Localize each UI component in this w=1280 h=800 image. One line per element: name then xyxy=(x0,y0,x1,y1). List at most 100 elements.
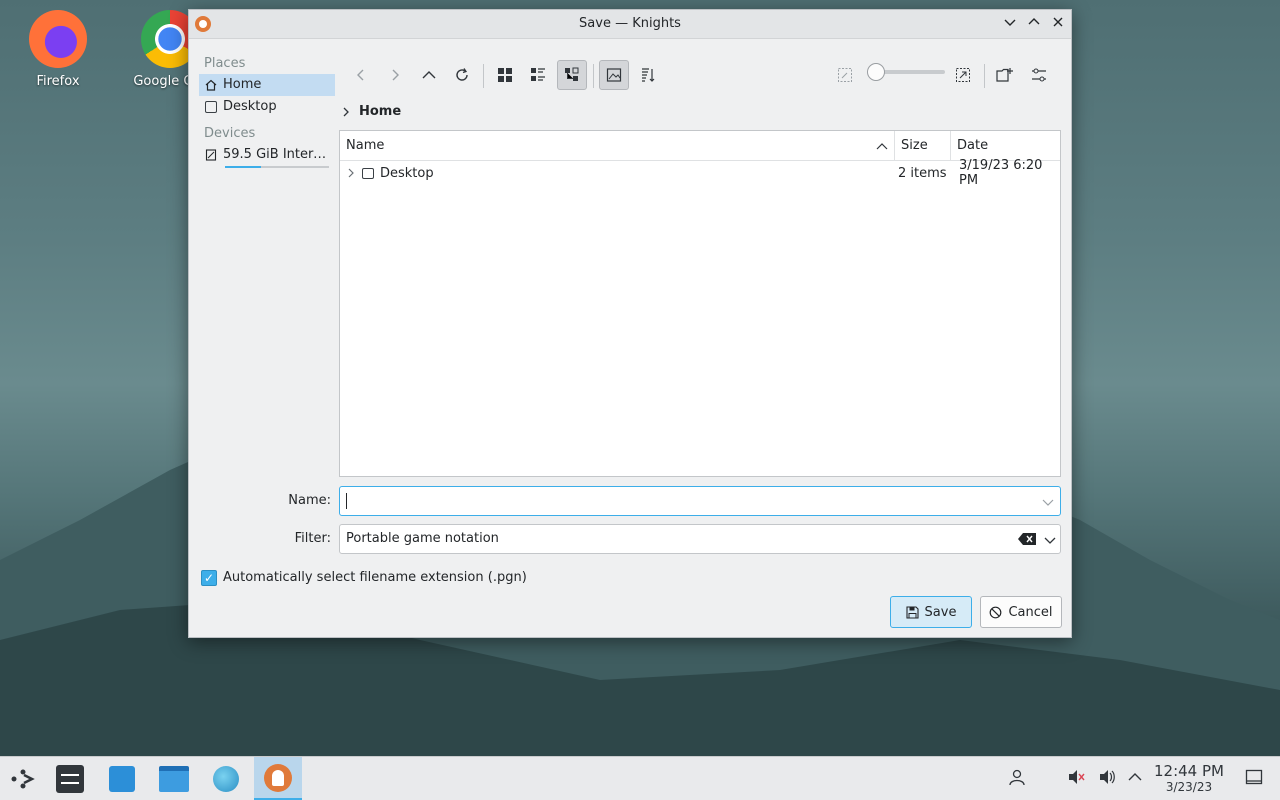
sort-button[interactable] xyxy=(633,60,663,90)
desktop-icon-label: Firefox xyxy=(36,74,80,89)
icons-view-button[interactable] xyxy=(490,60,520,90)
chevron-right-icon xyxy=(392,69,399,81)
column-header-name[interactable]: Name xyxy=(340,131,895,160)
file-list-header: Name Size Date xyxy=(340,131,1060,161)
toolbar-separator xyxy=(593,64,594,88)
toolbar-separator xyxy=(984,64,985,88)
chevron-up-icon xyxy=(422,71,436,79)
expand-chevron-icon[interactable] xyxy=(346,167,356,179)
titlebar[interactable]: Save — Knights xyxy=(189,10,1071,39)
forward-button[interactable] xyxy=(380,60,410,90)
zoom-out-icon xyxy=(838,68,852,82)
folder-desktop-icon xyxy=(362,167,374,179)
clock-time: 12:44 PM xyxy=(1154,762,1224,780)
cancel-button[interactable]: Cancel xyxy=(980,596,1062,628)
taskbar-dolphin[interactable] xyxy=(151,761,197,797)
globe-icon xyxy=(213,766,239,792)
filter-combo[interactable]: Portable game notation xyxy=(339,524,1061,554)
app-launcher-button[interactable] xyxy=(0,761,46,797)
grid-icon xyxy=(498,68,512,82)
taskbar-system-settings[interactable] xyxy=(47,761,93,797)
options-button[interactable] xyxy=(1024,60,1054,90)
launcher-icon xyxy=(11,769,35,789)
up-button[interactable] xyxy=(414,60,444,90)
name-label: Name: xyxy=(288,493,331,508)
zoom-slider-handle[interactable] xyxy=(867,63,885,81)
column-header-date[interactable]: Date xyxy=(951,131,1060,160)
zoom-out-button[interactable] xyxy=(830,60,860,90)
reload-icon xyxy=(456,68,468,81)
filter-value: Portable game notation xyxy=(346,531,499,546)
settings-sliders-icon xyxy=(1032,68,1046,82)
close-button[interactable] xyxy=(1049,15,1067,33)
breadcrumb-current[interactable]: Home xyxy=(359,104,401,119)
settings-icon xyxy=(56,765,84,793)
volume-icon[interactable] xyxy=(1098,768,1116,790)
taskbar-discover[interactable] xyxy=(99,761,145,797)
save-dialog: Save — Knights Places Home Desktop Devic… xyxy=(188,9,1072,638)
back-button[interactable] xyxy=(346,60,376,90)
tree-view-button[interactable] xyxy=(557,60,587,90)
save-button[interactable]: Save xyxy=(890,596,972,628)
show-desktop-icon[interactable] xyxy=(1245,768,1263,790)
auto-extension-checkbox[interactable]: ✓ xyxy=(201,570,217,586)
text-caret xyxy=(346,492,347,509)
sort-icon xyxy=(642,68,655,82)
file-date: 3/19/23 6:20 PM xyxy=(959,158,1043,188)
cancel-icon xyxy=(990,606,1002,618)
clear-icon[interactable] xyxy=(1018,533,1036,545)
column-header-size[interactable]: Size xyxy=(895,131,951,160)
tree-view-icon xyxy=(565,67,579,81)
file-size: 2 items xyxy=(898,165,947,181)
new-folder-button[interactable] xyxy=(990,60,1020,90)
window-title: Save — Knights xyxy=(579,16,681,31)
taskbar-knights[interactable] xyxy=(254,757,302,800)
chevron-left-icon xyxy=(357,69,364,81)
desktop-icon-firefox[interactable]: Firefox xyxy=(13,10,103,89)
places-panel: Places Home Desktop Devices 59.5 GiB Int… xyxy=(199,50,335,168)
table-row[interactable]: Desktop 2 items 3/19/23 6:20 PM xyxy=(340,158,1060,188)
sort-ascending-icon xyxy=(876,143,888,150)
chevron-down-icon[interactable] xyxy=(1042,497,1054,507)
zoom-in-button[interactable] xyxy=(948,60,978,90)
taskbar-browser[interactable] xyxy=(203,761,249,797)
firefox-icon xyxy=(29,10,87,68)
devices-heading: Devices xyxy=(204,126,256,141)
sidebar-item-label: Home xyxy=(223,77,262,92)
image-icon xyxy=(606,68,622,82)
list-icon xyxy=(531,68,545,81)
maximize-button[interactable] xyxy=(1025,15,1043,33)
breadcrumb[interactable]: Home xyxy=(341,104,401,119)
file-list[interactable]: Name Size Date Desktop 2 items 3/19/23 6… xyxy=(339,130,1061,477)
reload-button[interactable] xyxy=(447,60,477,90)
name-input[interactable] xyxy=(339,486,1061,516)
sidebar-item-label: Desktop xyxy=(223,99,277,114)
preview-button[interactable] xyxy=(599,60,629,90)
zoom-in-icon xyxy=(956,68,970,82)
toolbar-separator xyxy=(483,64,484,88)
zoom-slider[interactable] xyxy=(867,63,945,81)
filter-label: Filter: xyxy=(294,531,331,546)
taskbar: 12:44 PM 3/23/23 xyxy=(0,756,1280,800)
drive-icon xyxy=(205,149,217,161)
auto-extension-label[interactable]: Automatically select filename extension … xyxy=(223,570,527,585)
home-icon xyxy=(205,79,217,91)
sidebar-item-internal-drive[interactable]: 59.5 GiB Intern... xyxy=(199,144,335,166)
sidebar-item-desktop[interactable]: Desktop xyxy=(199,96,335,118)
clock-date: 3/23/23 xyxy=(1165,780,1213,794)
microphone-muted-icon[interactable] xyxy=(1067,768,1085,790)
drive-usage-fill xyxy=(225,166,262,168)
save-icon xyxy=(905,605,919,619)
clock[interactable]: 12:44 PM 3/23/23 xyxy=(1148,762,1230,795)
chevron-right-icon xyxy=(343,107,349,116)
chevron-down-icon[interactable] xyxy=(1044,535,1056,545)
details-view-button[interactable] xyxy=(523,60,553,90)
sidebar-item-home[interactable]: Home xyxy=(199,74,335,96)
chevron-up-icon[interactable] xyxy=(1127,768,1143,790)
minimize-button[interactable] xyxy=(1001,15,1019,33)
knights-icon xyxy=(264,763,292,792)
places-heading: Places xyxy=(204,56,246,71)
folder-icon xyxy=(159,766,189,792)
user-icon[interactable] xyxy=(1008,768,1026,790)
store-bag-icon xyxy=(109,766,135,792)
